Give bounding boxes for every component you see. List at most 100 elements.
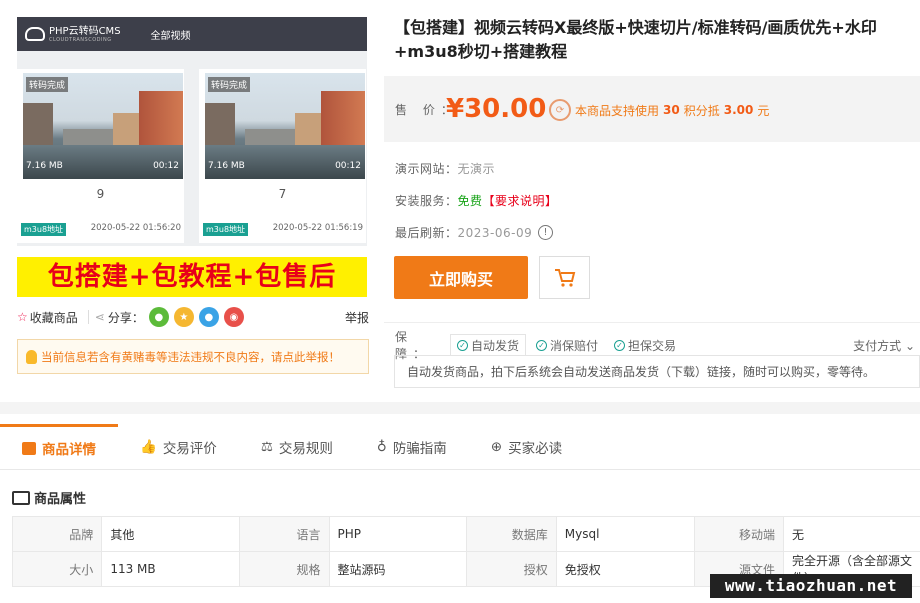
demo-row: 演示网站： 无演示 (395, 160, 495, 177)
video-date: 2020-05-22 01:56:19 (272, 223, 363, 233)
guarantee-description: 自动发货商品，拍下后系统会自动发送商品发货（下载）链接，随时可以购买，零等待。 (394, 355, 920, 388)
site-watermark: www.tiaozhuan.net (710, 574, 912, 598)
tab-rules[interactable]: ⚖ 交易规则 (239, 424, 355, 470)
tab-label: 交易评价 (162, 440, 217, 457)
report-link[interactable]: 举报 (345, 309, 369, 326)
video-date: 2020-05-22 01:56:20 (90, 223, 181, 233)
attr-value: 其他 (101, 516, 241, 552)
buy-now-button[interactable]: 立即购买 (394, 256, 528, 299)
scale-icon: ⚖ (260, 438, 273, 455)
logo-text: PHP云转码CMS (49, 25, 121, 37)
attr-key: 规格 (239, 551, 330, 587)
tab-product-detail[interactable]: 商品详情 (0, 423, 118, 470)
video-card[interactable]: 转码完成 7.16 MB 00:12 9 m3u8地址 2020-05-22 0… (17, 69, 184, 243)
points-value: 30 (663, 103, 680, 117)
guarantee-escrow[interactable]: ✓ 担保交易 (608, 334, 682, 356)
weibo-icon[interactable]: ◉ (223, 307, 244, 327)
video-card[interactable]: 转码完成 7.16 MB 00:12 7 m3u8地址 2020-05-22 0… (199, 69, 366, 243)
video-thumbnail[interactable]: 转码完成 7.16 MB 00:12 (23, 73, 183, 179)
refresh-label: 最后刷新： (395, 226, 458, 240)
detail-icon (22, 441, 36, 455)
file-size: 7.16 MB (208, 161, 245, 171)
attributes-heading: 商品属性 (12, 488, 86, 507)
demo-label: 演示网站： (395, 162, 458, 176)
video-thumbnail[interactable]: 转码完成 7.16 MB 00:12 (205, 73, 365, 179)
bulb-icon (26, 349, 37, 364)
logo-subtext: CLOUDTRANSCODING (49, 36, 112, 43)
points-text-a: 本商品支持使用 (575, 103, 660, 118)
pay-method-label: 支付方式 (853, 338, 902, 353)
star-icon: ☆ (17, 310, 28, 324)
m3u8-badge[interactable]: m3u8地址 (203, 223, 249, 236)
guarantee-item-label: 消保赔付 (550, 338, 599, 353)
guarantee-item-label: 担保交易 (628, 338, 677, 353)
video-number: 7 (278, 187, 287, 201)
status-tag: 转码完成 (208, 77, 251, 92)
qq-icon[interactable]: ● (198, 307, 219, 327)
tab-buyer-notes[interactable]: ⊕ 买家必读 (469, 424, 584, 470)
attr-value: 113 MB (101, 551, 241, 587)
attr-value: Mysql (555, 516, 695, 552)
duration: 00:12 (153, 161, 179, 171)
attr-value: 整站源码 (328, 551, 468, 587)
qzone-icon[interactable]: ★ (173, 307, 194, 327)
add-to-cart-button[interactable] (539, 256, 590, 299)
wechat-icon[interactable]: ● (148, 307, 169, 327)
install-label: 安装服务： (395, 194, 458, 208)
attr-key: 授权 (466, 551, 557, 587)
tab-anti-fraud[interactable]: ♁ 防骗指南 (355, 424, 469, 470)
report-notice[interactable]: 当前信息若含有黄赌毒等违法违规不良内容，请点此举报！ (17, 339, 369, 374)
m3u8-badge[interactable]: m3u8地址 (21, 223, 67, 236)
attr-value: PHP (328, 516, 468, 552)
share-label: 分享： (107, 310, 144, 325)
plus-circle-icon: ⊕ (490, 438, 503, 455)
refresh-value: 2023-06-09 (457, 225, 533, 240)
attr-value: 无 (783, 516, 920, 552)
refresh-row: 最后刷新： 2023-06-09 ! (395, 224, 554, 241)
gallery-header: PHP云转码CMS CLOUDTRANSCODING 全部视频 (17, 17, 367, 51)
check-icon: ✓ (536, 339, 548, 351)
info-icon[interactable]: ! (538, 225, 554, 240)
thumbs-up-icon: 👍 (140, 438, 157, 455)
install-row: 安装服务： 免费 【要求说明】 (395, 192, 558, 209)
attributes-title: 商品属性 (34, 492, 87, 507)
product-title: 【包搭建】视频云转码X最终版+快速切片/标准转码/画质优先+水印+m3u8秒切+… (394, 18, 877, 61)
guarantee-bar: 保 障： ✓ 自动发货 ✓ 消保赔付 ✓ 担保交易 支付方式 ⌄ (395, 330, 915, 361)
table-row: 品牌 其他 语言 PHP 数据库 Mysql 移动端 无 (11, 516, 920, 552)
points-money: 3.00 (723, 103, 754, 117)
attr-key: 移动端 (693, 516, 785, 552)
share-row: ☆ 收藏商品 ⋖ 分享： ● ★ ● ◉ 举报 (17, 306, 369, 328)
tab-label: 交易规则 (278, 440, 333, 457)
guarantee-compensation[interactable]: ✓ 消保赔付 (530, 334, 604, 356)
points-info: ⟳ 本商品支持使用 30 积分抵 3.00 元 (549, 99, 769, 121)
promo-banner: 包搭建+包教程+包售后 (17, 257, 367, 297)
share-icon: ⋖ (94, 310, 105, 324)
install-note-link[interactable]: 【要求说明】 (483, 192, 558, 209)
gallery-nav-all[interactable]: 全部视频 (151, 27, 191, 42)
favorite-button[interactable]: ☆ 收藏商品 (17, 309, 78, 326)
tab-label: 防骗指南 (392, 440, 447, 457)
price-value: ¥30.00 (446, 94, 547, 124)
chevron-down-icon: ⌄ (904, 338, 915, 353)
attr-key: 品牌 (11, 516, 103, 552)
status-tag: 转码完成 (26, 77, 69, 92)
notice-text: 当前信息若含有黄赌毒等违法违规不良内容，请点此举报！ (41, 349, 340, 364)
cart-icon (554, 268, 575, 287)
page: PHP云转码CMS CLOUDTRANSCODING 全部视频 转码完成 7.1… (0, 0, 920, 603)
cloud-icon (25, 27, 45, 41)
guarantee-auto-delivery[interactable]: ✓ 自动发货 (450, 334, 527, 356)
detail-tabs: 商品详情 👍 交易评价 ⚖ 交易规则 ♁ 防骗指南 ⊕ 买家必读 (0, 423, 920, 470)
check-icon: ✓ (457, 339, 468, 351)
favorite-label: 收藏商品 (29, 310, 78, 325)
video-number: 9 (96, 187, 105, 201)
pay-method-dropdown[interactable]: 支付方式 ⌄ (853, 337, 915, 354)
tab-reviews[interactable]: 👍 交易评价 (118, 424, 239, 470)
points-icon: ⟳ (549, 99, 571, 121)
tab-label: 商品详情 (42, 442, 96, 458)
gallery-logo: PHP云转码CMS CLOUDTRANSCODING (25, 26, 121, 43)
attributes-icon (12, 490, 30, 505)
guarantee-item-label: 自动发货 (471, 338, 520, 353)
points-text-b: 积分抵 (683, 103, 720, 118)
bulb-outline-icon: ♁ (376, 438, 387, 455)
points-text-c: 元 (757, 103, 770, 118)
